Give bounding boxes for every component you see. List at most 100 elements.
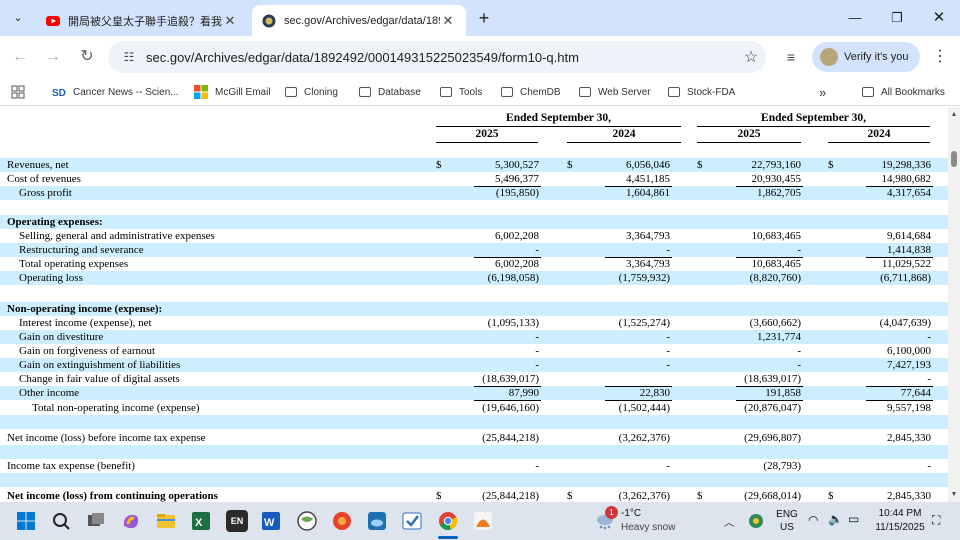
bookmark-database[interactable]: Database [359, 84, 421, 100]
row-label: Revenues, net [7, 159, 69, 171]
tab-sec[interactable]: sec.gov/Archives/edgar/data/1892 ✕ [252, 5, 466, 36]
search-icon[interactable] [50, 510, 72, 532]
verify-profile-button[interactable]: Verify it's you [812, 42, 920, 72]
browser-toolbar: ← → ↻ ☷ sec.gov/Archives/edgar/data/1892… [0, 36, 960, 78]
table-row: Total operating expenses 6,002,208 3,364,7… [0, 257, 948, 271]
keyboard-app-icon[interactable]: EN [226, 510, 248, 532]
avatar [820, 48, 838, 66]
weather-temp: -1°C [621, 508, 642, 519]
language-indicator[interactable]: ENG [775, 509, 799, 520]
cell-value: (18,639,017) [744, 373, 801, 385]
row-label: Net income (loss) before income tax expe… [7, 432, 206, 444]
tab-strip: ⌄ 開局被父皇太子聯手追殺？看我以 ✕ sec.gov/Archives/edg… [0, 0, 960, 36]
checkmark-app-icon[interactable] [401, 510, 423, 532]
cell-value: - [797, 359, 801, 371]
notification-bell-icon[interactable]: ⛶ [932, 513, 940, 528]
cell-value: (3,262,376) [618, 432, 670, 444]
copilot-icon[interactable] [120, 510, 142, 532]
close-tab-icon[interactable]: ✕ [440, 13, 456, 29]
bookmark-cancer-news[interactable]: SD Cancer News -- Scien... [52, 84, 179, 100]
task-view-icon[interactable] [85, 510, 107, 532]
row-label: Gain on forgiveness of earnout [19, 345, 156, 357]
chevron-up-icon[interactable]: ︿ [724, 514, 734, 529]
reload-button[interactable]: ↻ [76, 46, 98, 68]
orange-app-icon[interactable] [472, 510, 494, 532]
red-app-icon[interactable] [331, 510, 353, 532]
file-explorer-icon[interactable] [155, 510, 177, 532]
spacer-row [0, 415, 948, 429]
bookmark-tools[interactable]: Tools [440, 84, 482, 100]
vertical-scrollbar[interactable]: ▲ ▼ [948, 107, 960, 502]
tab-youtube[interactable]: 開局被父皇太子聯手追殺？看我以 ✕ [36, 5, 248, 36]
spacer-row [0, 200, 948, 214]
close-window-button[interactable]: ✕ [929, 8, 949, 28]
cell-value: 10,683,465 [751, 258, 802, 270]
cell-value: (4,047,639) [879, 317, 931, 329]
cell-value: 4,317,654 [887, 187, 931, 199]
cell-value: 14,980,682 [881, 173, 932, 185]
site-info-icon[interactable]: ☷ [114, 50, 144, 64]
bookmark-mcgill-email[interactable]: McGill Email [194, 84, 271, 100]
cell-value: 20,930,455 [751, 173, 802, 185]
document-content: Ended September 30, Ended September 30, … [0, 107, 948, 502]
header-rule [828, 142, 930, 143]
address-bar[interactable]: ☷ sec.gov/Archives/edgar/data/1892492/00… [108, 41, 766, 73]
tray-app-icon[interactable] [748, 513, 764, 529]
minimize-button[interactable]: — [845, 8, 865, 28]
apps-grid-icon[interactable] [11, 84, 25, 100]
row-label: Cost of revenues [7, 173, 81, 185]
cell-value: - [666, 359, 670, 371]
cell-value: 22,830 [639, 387, 670, 399]
word-icon[interactable]: W [260, 510, 282, 532]
row-label: Other income [19, 387, 80, 399]
table-row: Gross profit (195,850) 1,604,861 1,862,705 4… [0, 186, 948, 200]
verify-label: Verify it's you [844, 51, 909, 63]
spacer-row [0, 473, 948, 487]
excel-icon[interactable]: X [190, 510, 212, 532]
bookmark-web-server[interactable]: Web Server [579, 84, 651, 100]
scrollbar-thumb[interactable] [951, 151, 957, 167]
windows-start-icon[interactable] [15, 510, 37, 532]
cell-value: (1,095,133) [487, 317, 539, 329]
windows-taskbar: X EN W 1 -1°C Heavy snow ︿ ENG US ◠ 🔈 ▭ … [0, 502, 960, 540]
globe-app-icon[interactable] [296, 510, 318, 532]
close-tab-icon[interactable]: ✕ [222, 13, 238, 29]
cell-value: - [797, 345, 801, 357]
cell-value: - [535, 460, 539, 472]
forward-button[interactable]: → [42, 46, 64, 68]
restore-button[interactable]: ❐ [887, 8, 907, 28]
volume-icon[interactable]: 🔈 [828, 512, 843, 526]
all-bookmarks-button[interactable]: All Bookmarks [862, 84, 945, 100]
folder-icon [668, 87, 680, 97]
bookmark-star-icon[interactable]: ☆ [736, 47, 766, 67]
table-row: Interest income (expense), net (1,095,133… [0, 316, 948, 330]
menu-kebab-icon[interactable]: ⋮ [929, 46, 951, 68]
sum-rule [866, 400, 933, 401]
bookmark-cloning[interactable]: Cloning [285, 84, 338, 100]
cloud-app-icon[interactable] [366, 510, 388, 532]
cell-value: (19,646,160) [482, 402, 539, 414]
url-text[interactable]: sec.gov/Archives/edgar/data/1892492/0001… [144, 50, 736, 65]
year-header: 2025 [475, 128, 499, 140]
back-button[interactable]: ← [9, 46, 31, 68]
cell-value: (18,639,017) [482, 373, 539, 385]
table-row: Restructuring and severance - - - 1,414,838 [0, 243, 948, 257]
chevron-right-icon[interactable]: » [819, 84, 826, 100]
sum-rule [736, 386, 803, 387]
bookmark-stock-fda[interactable]: Stock-FDA [668, 84, 735, 100]
scroll-down-arrow[interactable]: ▼ [950, 491, 958, 498]
wifi-icon[interactable]: ◠ [808, 513, 818, 527]
chrome-icon[interactable] [437, 510, 459, 532]
bookmark-chemdb[interactable]: ChemDB [501, 84, 561, 100]
cell-value: - [535, 244, 539, 256]
table-row: Operating expenses: [0, 215, 948, 229]
cell-value: (1,759,932) [618, 272, 670, 284]
clock-time[interactable]: 10:44 PM [870, 508, 930, 519]
battery-icon[interactable]: ▭ [848, 512, 859, 526]
media-controls-icon[interactable]: ≡ [780, 46, 802, 68]
tab-search-button[interactable]: ⌄ [8, 8, 28, 28]
scroll-up-arrow[interactable]: ▲ [950, 111, 958, 118]
new-tab-button[interactable]: + [474, 8, 494, 28]
folder-icon [862, 87, 874, 97]
sum-rule [605, 400, 672, 401]
